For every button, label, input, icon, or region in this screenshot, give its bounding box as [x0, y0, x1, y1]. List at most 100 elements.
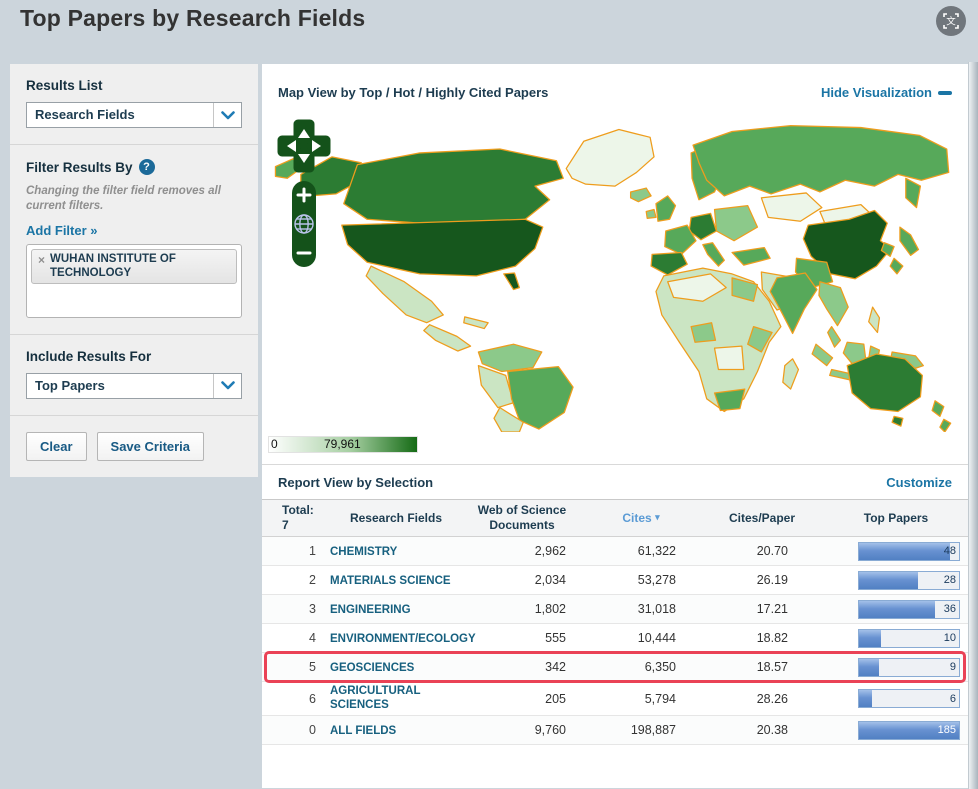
- filter-chip-label: WUHAN INSTITUTE OF TECHNOLOGY: [50, 252, 176, 279]
- top-papers-bar: 28: [858, 570, 960, 590]
- page-title: Top Papers by Research Fields: [20, 5, 366, 31]
- column-research-fields[interactable]: Research Fields: [330, 511, 462, 526]
- top-papers-value: 48: [943, 545, 956, 557]
- cites-per-paper-value: 20.70: [756, 544, 788, 558]
- field-link[interactable]: ENGINEERING: [330, 603, 411, 617]
- filter-chip[interactable]: × WUHAN INSTITUTE OF TECHNOLOGY: [31, 248, 237, 285]
- field-link[interactable]: ALL FIELDS: [330, 724, 396, 738]
- cites-value: 31,018: [637, 602, 676, 616]
- legend-min: 0: [271, 437, 278, 451]
- map-header: Map View by Top / Hot / Highly Cited Pap…: [262, 64, 968, 110]
- table-row: 3 ENGINEERING 1,802 31,018 17.21 36: [262, 595, 968, 624]
- top-papers-bar: 9: [858, 657, 960, 677]
- table-row: 0 ALL FIELDS 9,760 198,887 20.38 185: [262, 716, 968, 746]
- customize-link[interactable]: Customize: [886, 475, 952, 490]
- hide-visualization-link[interactable]: Hide Visualization: [821, 85, 952, 100]
- report-table: Total: 7 Research Fields Web of Science D…: [262, 499, 968, 746]
- minus-icon: [938, 90, 952, 95]
- docs-value: 9,760: [534, 723, 566, 738]
- cites-value: 6,350: [644, 660, 676, 674]
- map-zoom-control[interactable]: [291, 180, 317, 268]
- top-papers-value: 9: [949, 661, 956, 673]
- cites-per-paper-value: 17.21: [756, 602, 788, 616]
- map-view-title: Map View by Top / Hot / Highly Cited Pap…: [278, 85, 549, 100]
- map-pan-control[interactable]: [276, 118, 332, 174]
- hide-visualization-label: Hide Visualization: [820, 85, 932, 100]
- cites-value: 53,278: [637, 573, 676, 587]
- cites-value: 10,444: [637, 631, 676, 645]
- filter-heading: Filter Results By: [26, 159, 133, 175]
- column-top-papers[interactable]: Top Papers: [824, 511, 968, 525]
- cites-per-paper-value: 20.38: [756, 723, 788, 738]
- remove-filter-icon[interactable]: ×: [38, 253, 45, 267]
- translate-icon[interactable]: 文: [936, 6, 966, 36]
- cites-value: 5,794: [644, 691, 676, 706]
- include-results-select[interactable]: Top Papers: [26, 372, 242, 399]
- column-cites-per-paper[interactable]: Cites/Paper: [700, 511, 824, 526]
- report-header: Report View by Selection Customize: [262, 464, 968, 499]
- docs-value: 342: [545, 660, 566, 674]
- column-wos-documents[interactable]: Web of Science Documents: [462, 503, 582, 533]
- top-papers-bar: 10: [858, 628, 960, 648]
- results-list-value: Research Fields: [35, 107, 135, 122]
- docs-value: 2,034: [534, 573, 566, 587]
- top-papers-bar: 6: [858, 689, 960, 709]
- row-rank: 3: [309, 602, 316, 616]
- vertical-scrollbar[interactable]: [968, 62, 978, 789]
- main-panel: Map View by Top / Hot / Highly Cited Pap…: [262, 64, 968, 788]
- add-filter-link[interactable]: Add Filter »: [26, 223, 98, 238]
- clear-button[interactable]: Clear: [26, 431, 87, 461]
- translate-icon-glyph: 文: [943, 13, 959, 29]
- cites-value: 61,322: [637, 544, 676, 558]
- docs-value: 555: [545, 631, 566, 645]
- top-papers-bar: 48: [858, 541, 960, 561]
- row-rank: 0: [309, 723, 316, 738]
- save-criteria-button[interactable]: Save Criteria: [96, 431, 205, 461]
- row-rank: 6: [309, 691, 316, 706]
- map-legend-bar: 0 79,961: [268, 434, 968, 460]
- top-papers-value: 36: [943, 603, 956, 615]
- help-icon[interactable]: ?: [138, 159, 155, 175]
- field-link[interactable]: AGRICULTURAL SCIENCES: [330, 684, 462, 713]
- top-papers-value: 6: [949, 692, 956, 705]
- cites-per-paper-value: 26.19: [756, 573, 788, 587]
- table-row: 6 AGRICULTURAL SCIENCES 205 5,794 28.26 …: [262, 682, 968, 717]
- cites-per-paper-value: 18.57: [756, 660, 788, 674]
- include-results-value: Top Papers: [35, 377, 105, 393]
- field-link[interactable]: MATERIALS SCIENCE: [330, 574, 451, 588]
- table-row-highlighted: 5 GEOSCIENCES 342 6,350 18.57 9: [262, 651, 968, 683]
- top-papers-value: 185: [937, 724, 956, 737]
- row-rank: 2: [309, 573, 316, 587]
- world-map-choropleth[interactable]: [262, 110, 968, 432]
- sidebar-buttons: Clear Save Criteria: [10, 416, 258, 477]
- content: Results List Research Fields Filter Resu…: [0, 64, 978, 788]
- chevron-down-icon: [213, 103, 241, 127]
- sort-descending-icon: ▾: [655, 511, 660, 522]
- row-rank: 1: [309, 544, 316, 558]
- top-papers-bar: 36: [858, 599, 960, 619]
- top-papers-value: 28: [943, 574, 956, 586]
- report-view-title: Report View by Selection: [278, 475, 434, 490]
- column-cites-sorted[interactable]: Cites ▾: [582, 511, 700, 526]
- results-list-select[interactable]: Research Fields: [26, 102, 242, 128]
- total-count: Total: 7: [282, 503, 314, 532]
- table-row: 1 CHEMISTRY 2,962 61,322 20.70 48: [262, 537, 968, 566]
- results-list-label: Results List: [26, 78, 103, 93]
- docs-value: 1,802: [534, 602, 566, 616]
- include-results-section: Include Results For Top Papers: [10, 335, 258, 416]
- field-link[interactable]: ENVIRONMENT/ECOLOGY: [330, 632, 476, 646]
- sidebar: Results List Research Fields Filter Resu…: [10, 64, 258, 477]
- map-controls[interactable]: [276, 118, 332, 268]
- row-rank: 5: [309, 660, 316, 674]
- cites-per-paper-value: 28.26: [756, 691, 788, 706]
- table-row: 4 ENVIRONMENT/ECOLOGY 555 10,444 18.82 1…: [262, 624, 968, 653]
- top-papers-value: 10: [943, 632, 956, 644]
- row-rank: 4: [309, 631, 316, 645]
- field-link[interactable]: CHEMISTRY: [330, 545, 397, 559]
- field-link[interactable]: GEOSCIENCES: [330, 661, 414, 675]
- table-header-row: Total: 7 Research Fields Web of Science D…: [262, 499, 968, 537]
- table-row: 2 MATERIALS SCIENCE 2,034 53,278 26.19 2…: [262, 566, 968, 595]
- docs-value: 205: [545, 691, 566, 706]
- filter-box: × WUHAN INSTITUTE OF TECHNOLOGY: [26, 243, 242, 318]
- cites-value: 198,887: [630, 723, 676, 738]
